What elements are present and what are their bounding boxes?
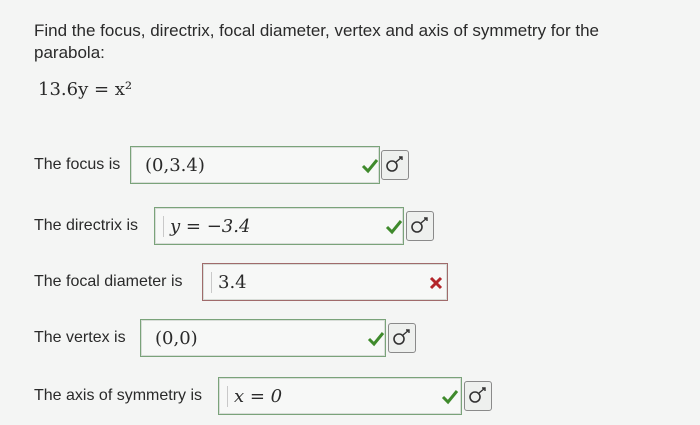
directrix-answer-field[interactable]: y = −3.4 — [154, 207, 404, 245]
vertex-label: The vertex is — [34, 329, 126, 346]
check-icon — [385, 220, 403, 235]
vertex-answer-value: (0,0) — [155, 328, 198, 349]
question-prompt: Find the focus, directrix, focal diamete… — [34, 21, 600, 62]
math-keyboard-icon — [386, 156, 403, 172]
math-keyboard-button[interactable] — [464, 381, 492, 411]
cross-icon — [429, 276, 443, 290]
check-icon — [367, 332, 385, 347]
math-keyboard-button[interactable] — [406, 211, 434, 241]
math-keyboard-icon — [469, 387, 486, 403]
math-keyboard-icon — [411, 217, 428, 233]
parabola-equation: 13.6y = x² — [38, 79, 133, 100]
axis-of-symmetry-label: The axis of symmetry is — [34, 387, 203, 404]
directrix-label: The directrix is — [34, 217, 139, 234]
math-keyboard-button[interactable] — [388, 323, 416, 353]
focal-diameter-answer-value: 3.4 — [211, 272, 247, 293]
focus-label: The focus is — [34, 156, 121, 173]
check-icon — [441, 390, 459, 405]
focal-diameter-answer-field[interactable]: 3.4 — [202, 263, 448, 301]
vertex-answer-field[interactable]: (0,0) — [140, 319, 386, 357]
math-keyboard-button[interactable] — [381, 150, 409, 180]
focus-answer-field[interactable]: (0,3.4) — [130, 146, 380, 184]
check-icon — [361, 159, 379, 174]
axis-of-symmetry-answer-value: x = 0 — [227, 386, 282, 407]
math-keyboard-icon — [393, 329, 410, 345]
focal-diameter-label: The focal diameter is — [34, 273, 183, 290]
directrix-answer-value: y = −3.4 — [163, 216, 250, 237]
focus-answer-value: (0,3.4) — [145, 155, 205, 176]
axis-of-symmetry-answer-field[interactable]: x = 0 — [218, 377, 462, 415]
